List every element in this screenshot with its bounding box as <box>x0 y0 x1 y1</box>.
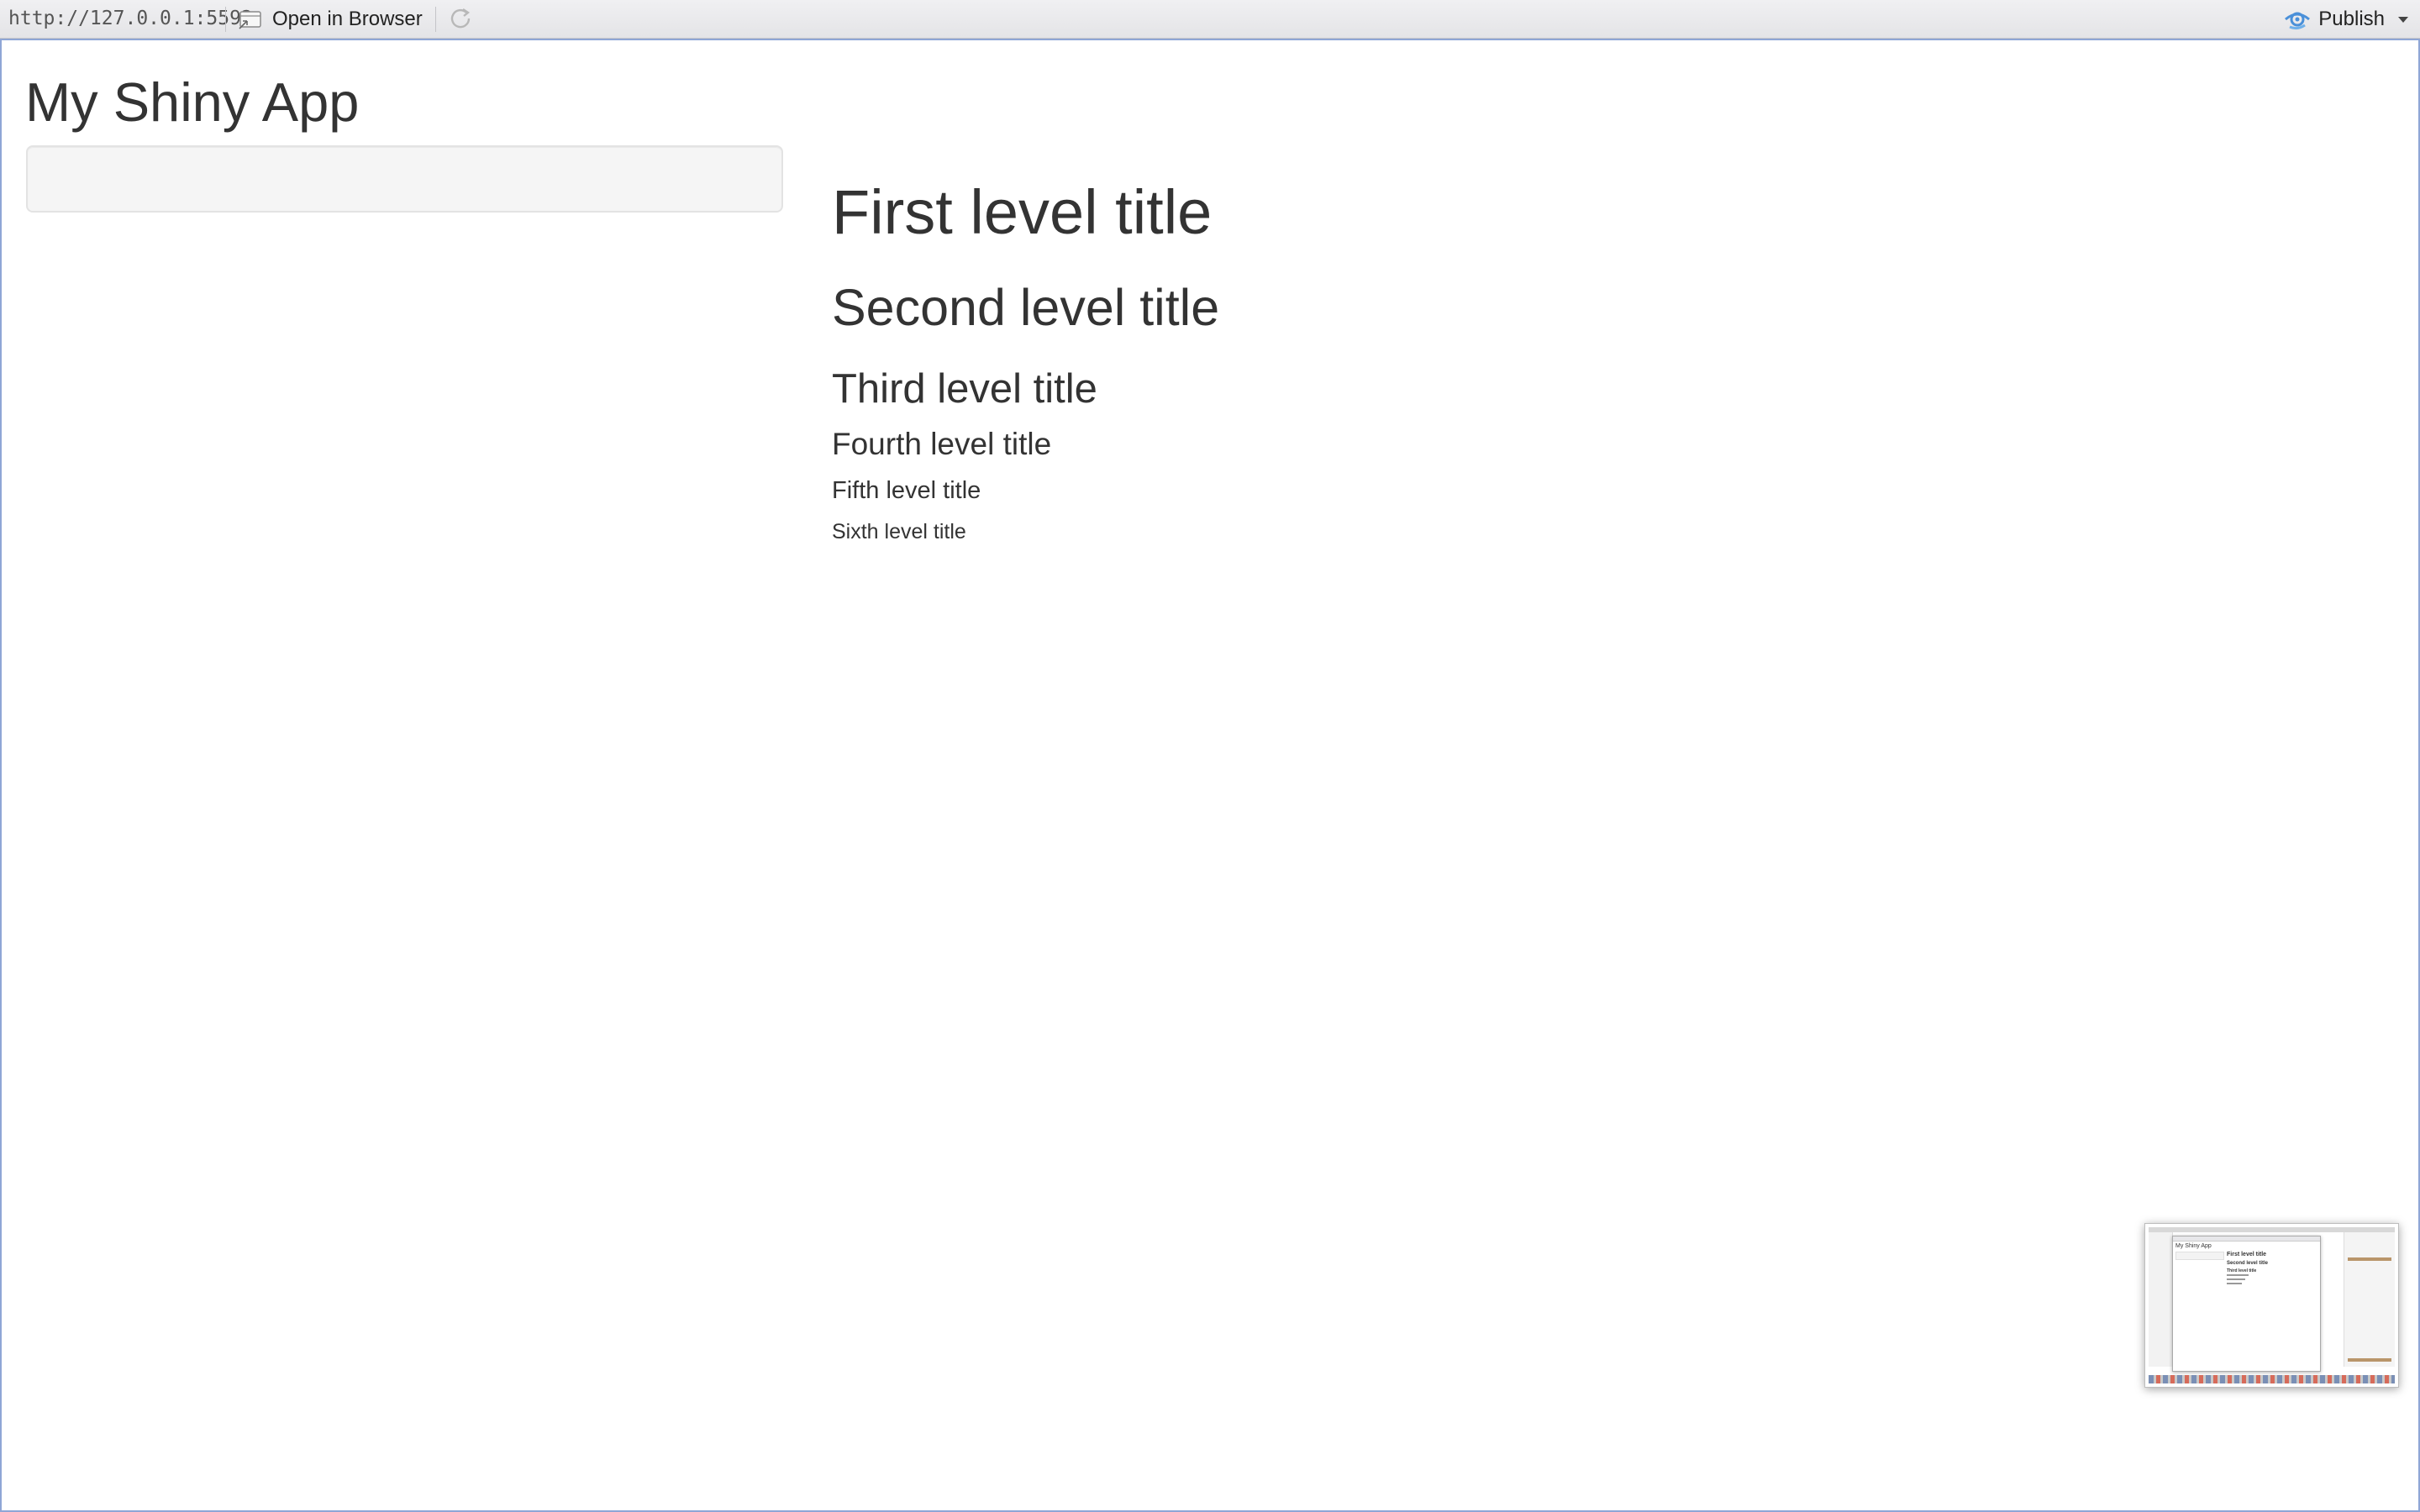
thumbnail-app-window: My Shiny App First level title Second le… <box>2172 1236 2321 1372</box>
toolbar-separator <box>435 7 436 32</box>
app-viewer-frame: My Shiny App First level title Second le… <box>0 39 2420 1512</box>
thumbnail-heading-3: Third level title <box>2227 1268 2257 1273</box>
url-display: http://127.0.0.1:5592 <box>8 8 253 29</box>
heading-level-3: Third level title <box>832 366 1097 412</box>
heading-level-6: Sixth level title <box>832 520 966 543</box>
thumbnail-heading-2: Second level title <box>2227 1261 2269 1266</box>
toolbar-separator <box>225 7 226 32</box>
publish-button[interactable]: Publish <box>2283 0 2408 39</box>
heading-level-2: Second level title <box>832 279 1220 336</box>
publish-label: Publish <box>2318 8 2385 30</box>
heading-level-5: Fifth level title <box>832 477 981 504</box>
thumbnail-heading-1: First level title <box>2227 1252 2267 1257</box>
viewer-toolbar: http://127.0.0.1:5592 Open in Browser Pu… <box>0 0 2420 39</box>
open-in-browser-icon <box>237 8 264 31</box>
chevron-down-icon[interactable] <box>2398 16 2408 23</box>
heading-level-4: Fourth level title <box>832 427 1052 461</box>
thumbnail-editor-pane <box>2149 1232 2173 1367</box>
open-in-browser-button[interactable]: Open in Browser <box>237 0 423 39</box>
open-in-browser-label: Open in Browser <box>272 8 423 30</box>
refresh-button[interactable] <box>445 4 476 34</box>
screenshot-thumbnail[interactable]: My Shiny App First level title Second le… <box>2144 1223 2399 1388</box>
app-title: My Shiny App <box>25 71 360 133</box>
thumbnail-app-title: My Shiny App <box>2175 1243 2212 1249</box>
publish-icon <box>2283 7 2313 32</box>
refresh-icon <box>448 5 473 34</box>
thumbnail-side-pane <box>2344 1232 2395 1367</box>
sidebar-panel <box>26 145 783 213</box>
heading-level-1: First level title <box>832 177 1213 247</box>
thumbnail-dock <box>2149 1375 2395 1383</box>
